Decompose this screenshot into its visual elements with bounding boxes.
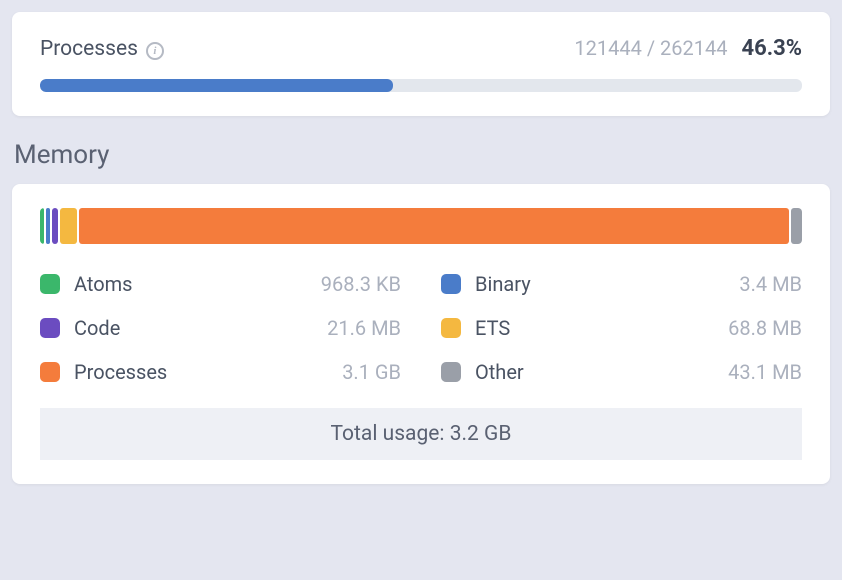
processes-card: Processes i 121444 / 262144 46.3% <box>12 12 830 116</box>
memory-bar <box>40 208 802 244</box>
processes-count: 121444 / 262144 <box>574 36 727 60</box>
legend-value: 3.4 MB <box>739 272 802 296</box>
legend-swatch <box>40 274 60 294</box>
memory-segment-code <box>52 208 58 244</box>
processes-progress-fill <box>40 79 393 92</box>
processes-header: Processes i 121444 / 262144 46.3% <box>40 36 802 61</box>
memory-legend: Atoms968.3 KB Binary3.4 MB Code21.6 MB ETS6… <box>40 272 802 384</box>
processes-percent: 46.3% <box>741 36 802 61</box>
legend-swatch <box>40 318 60 338</box>
legend-value: 968.3 KB <box>321 272 401 296</box>
memory-segment-processes <box>79 208 789 244</box>
legend-item-ets: ETS68.8 MB <box>441 316 802 340</box>
info-icon[interactable]: i <box>146 42 164 60</box>
legend-label: Code <box>74 316 327 340</box>
legend-item-code: Code21.6 MB <box>40 316 401 340</box>
memory-section-title: Memory <box>14 140 830 170</box>
memory-total: Total usage: 3.2 GB <box>40 408 802 460</box>
processes-title: Processes <box>40 37 138 61</box>
legend-swatch <box>40 362 60 382</box>
legend-swatch <box>441 274 461 294</box>
legend-value: 3.1 GB <box>342 360 401 384</box>
legend-label: Processes <box>74 360 342 384</box>
legend-label: Binary <box>475 272 739 296</box>
legend-swatch <box>441 318 461 338</box>
memory-segment-binary <box>46 208 50 244</box>
legend-value: 21.6 MB <box>327 316 401 340</box>
memory-segment-other <box>791 208 802 244</box>
legend-item-processes: Processes3.1 GB <box>40 360 401 384</box>
legend-label: Atoms <box>74 272 321 296</box>
legend-item-atoms: Atoms968.3 KB <box>40 272 401 296</box>
legend-label: ETS <box>475 316 728 340</box>
memory-card: Atoms968.3 KB Binary3.4 MB Code21.6 MB ETS6… <box>12 184 830 484</box>
legend-item-other: Other43.1 MB <box>441 360 802 384</box>
processes-title-group: Processes i <box>40 37 164 61</box>
legend-item-binary: Binary3.4 MB <box>441 272 802 296</box>
legend-swatch <box>441 362 461 382</box>
processes-stats: 121444 / 262144 46.3% <box>574 36 802 61</box>
processes-progress-track <box>40 79 802 92</box>
memory-segment-atoms <box>40 208 44 244</box>
legend-value: 43.1 MB <box>728 360 802 384</box>
memory-segment-ets <box>60 208 77 244</box>
legend-label: Other <box>475 360 728 384</box>
legend-value: 68.8 MB <box>728 316 802 340</box>
